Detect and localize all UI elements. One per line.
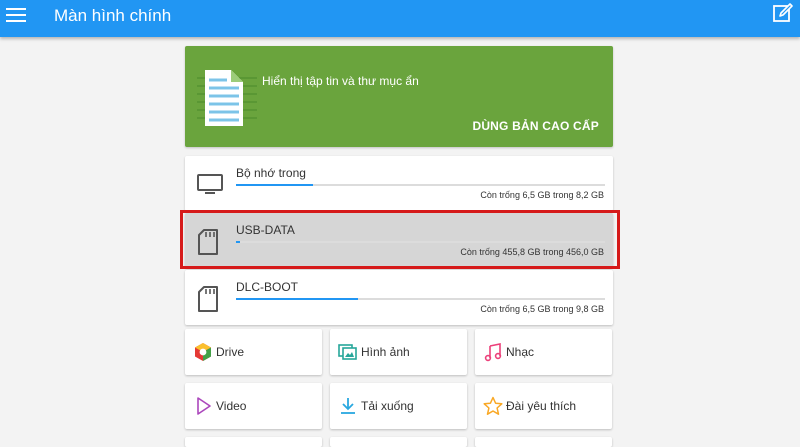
music-icon [484, 343, 502, 362]
storage-name: Bộ nhớ trong [236, 166, 306, 180]
edit-icon[interactable] [772, 3, 794, 25]
hamburger-menu-icon[interactable] [6, 8, 26, 22]
tile-partial [185, 437, 322, 447]
sd-card-icon [198, 229, 218, 255]
page-title: Màn hình chính [54, 6, 172, 25]
star-icon [483, 396, 503, 415]
hidden-files-document-icon [197, 70, 257, 126]
storage-item-usb-data[interactable]: USB-DATA Còn trống 455,8 GB trong 456,0 … [185, 213, 613, 268]
download-icon [341, 398, 355, 414]
tile-music[interactable]: Nhạc [475, 329, 612, 375]
drive-icon [195, 343, 211, 361]
tv-icon [197, 174, 223, 194]
tile-label: Tải xuống [361, 399, 414, 413]
tile-label: Hình ảnh [361, 345, 410, 359]
storage-name: DLC-BOOT [236, 280, 299, 294]
tile-video[interactable]: Video [185, 383, 322, 429]
upgrade-premium-button[interactable]: DÙNG BẢN CAO CẤP [472, 119, 599, 133]
storage-free-space: Còn trống 6,5 GB trong 9,8 GB [480, 304, 604, 314]
tile-label: Đài yêu thích [506, 399, 577, 413]
storage-item-dlc-boot[interactable]: DLC-BOOT Còn trống 6,5 GB trong 9,8 GB [185, 270, 613, 325]
tile-images[interactable]: Hình ảnh [330, 329, 467, 375]
images-icon [338, 344, 357, 360]
tile-partial [475, 437, 612, 447]
tile-partial [330, 437, 467, 447]
storage-usage-bar [236, 241, 605, 243]
storage-free-space: Còn trống 455,8 GB trong 456,0 GB [460, 247, 604, 257]
video-icon [197, 397, 211, 415]
storage-item-internal[interactable]: Bộ nhớ trong Còn trống 6,5 GB trong 8,2 … [185, 156, 613, 211]
tile-drive[interactable]: Drive [185, 329, 322, 375]
premium-promo-card[interactable]: Hiển thị tập tin và thư mục ẩn DÙNG BẢN … [185, 46, 613, 147]
tile-label: Video [216, 399, 247, 413]
storage-usage-bar [236, 184, 605, 186]
storage-usage-bar [236, 298, 605, 300]
tile-favorite-stations[interactable]: Đài yêu thích [475, 383, 612, 429]
tile-downloads[interactable]: Tải xuống [330, 383, 467, 429]
storage-name: USB-DATA [236, 223, 295, 237]
sd-card-icon [198, 286, 218, 312]
tile-label: Nhạc [506, 345, 535, 359]
storage-free-space: Còn trống 6,5 GB trong 8,2 GB [480, 190, 604, 200]
app-bar: Màn hình chính [0, 0, 800, 37]
tile-label: Drive [216, 345, 245, 359]
promo-text: Hiển thị tập tin và thư mục ẩn [262, 74, 419, 88]
